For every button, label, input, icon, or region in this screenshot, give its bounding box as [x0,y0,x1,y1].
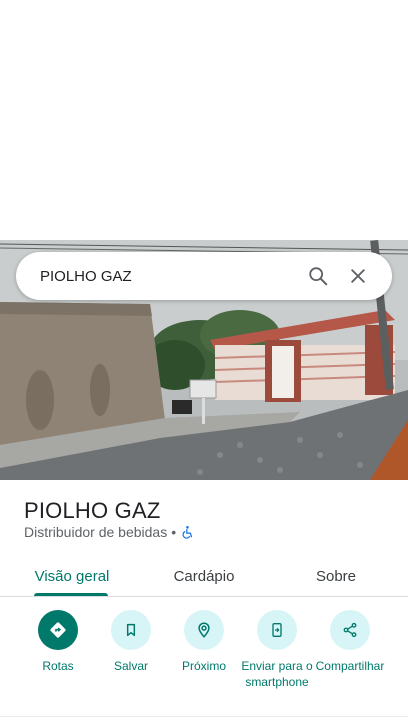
directions-icon [38,610,78,650]
send-to-phone-label: Enviar para o smartphone [241,659,313,689]
place-title: PIOLHO GAZ [24,498,161,523]
search-icon[interactable] [298,256,338,296]
tab-menu[interactable]: Cardápio [152,556,256,596]
place-subtitle: Distribuidor de bebidas • [24,524,196,540]
share-button[interactable]: Compartilhar [311,610,389,674]
search-bar[interactable]: PIOLHO GAZ [16,252,392,300]
tab-overview[interactable]: Visão geral [24,556,120,596]
selected-tab-indicator [34,593,108,596]
close-icon[interactable] [338,256,378,296]
nearby-label: Próximo [181,659,226,673]
send-to-phone-icon [257,610,297,650]
tab-about[interactable]: Sobre [288,556,384,596]
place-category: Distribuidor de bebidas [24,524,168,540]
separator-dot: • [171,524,177,540]
action-buttons-row: Rotas Salvar Próximo Enviar para o smart… [0,604,408,720]
nearby-button[interactable]: Próximo [165,610,243,674]
place-tabs: Visão geral Cardápio Sobre [0,556,408,597]
save-button[interactable]: Salvar [92,610,170,674]
directions-button[interactable]: Rotas [19,610,97,674]
directions-label: Rotas [42,659,74,673]
share-label: Compartilhar [315,659,385,673]
wheelchair-accessible-icon [180,524,196,540]
share-icon [330,610,370,650]
divider [0,716,408,717]
send-to-phone-button[interactable]: Enviar para o smartphone [238,610,316,690]
top-blank-area [0,0,408,240]
bookmark-icon [111,610,151,650]
search-input[interactable]: PIOLHO GAZ [40,268,298,285]
nearby-icon [184,610,224,650]
save-label: Salvar [113,659,148,673]
